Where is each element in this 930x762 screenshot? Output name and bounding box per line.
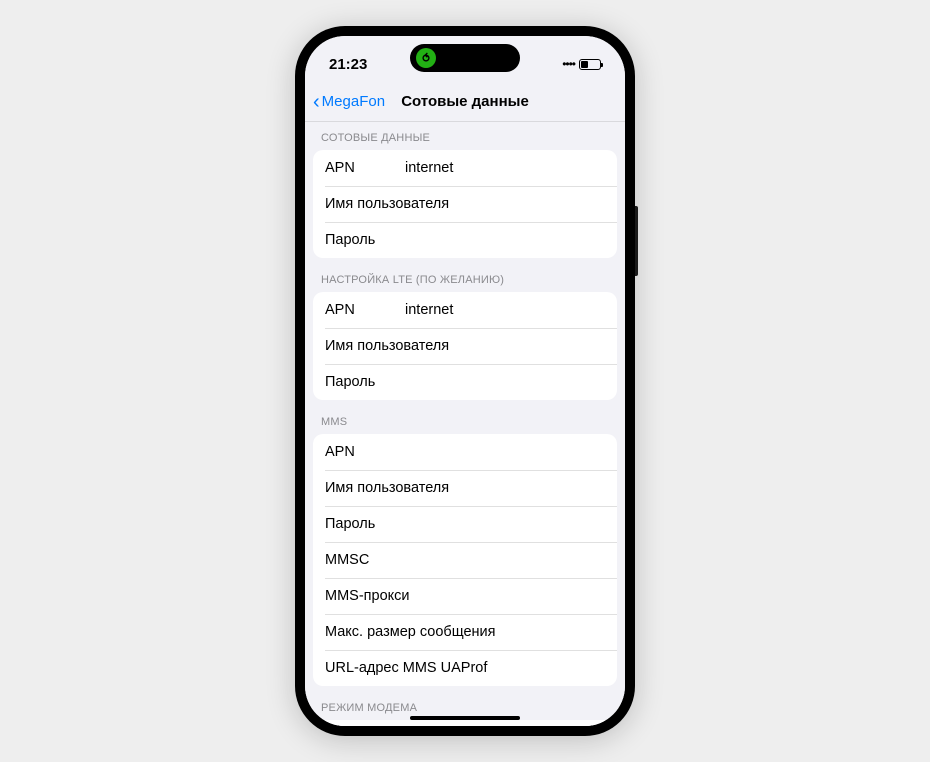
row-cellular-apn[interactable]: APN internet xyxy=(313,150,617,186)
status-bar: 21:23 ⥀ •••• xyxy=(305,36,625,82)
section-header-mms: MMS xyxy=(305,400,625,434)
row-mms-pass[interactable]: Пароль xyxy=(313,506,617,542)
section-header-hotspot: РЕЖИМ МОДЕМА xyxy=(305,686,625,720)
row-hotspot-apn[interactable]: APN internet xyxy=(313,720,617,726)
row-mms-mmsc[interactable]: MMSC xyxy=(313,542,617,578)
row-cellular-pass[interactable]: Пароль xyxy=(313,222,617,258)
label-user: Имя пользователя xyxy=(325,480,449,496)
value-apn[interactable]: internet xyxy=(385,160,605,176)
row-mms-apn[interactable]: APN xyxy=(313,434,617,470)
row-lte-apn[interactable]: APN internet xyxy=(313,292,617,328)
content[interactable]: СОТОВЫЕ ДАННЫЕ APN internet Имя пользова… xyxy=(305,122,625,726)
group-mms: APN Имя пользователя Пароль MMSC MMS-про… xyxy=(313,434,617,686)
label-max: Макс. размер сообщения xyxy=(325,624,496,640)
label-apn: APN xyxy=(325,444,355,460)
label-pass: Пароль xyxy=(325,232,375,248)
home-indicator[interactable] xyxy=(410,716,520,720)
label-proxy: MMS-прокси xyxy=(325,588,410,604)
label-mmsc: MMSC xyxy=(325,552,369,568)
link-icon: ⥀ xyxy=(416,48,436,68)
row-mms-proxy[interactable]: MMS-прокси xyxy=(313,578,617,614)
row-mms-max[interactable]: Макс. размер сообщения xyxy=(313,614,617,650)
value-apn[interactable]: internet xyxy=(385,302,605,318)
label-user: Имя пользователя xyxy=(325,196,449,212)
row-mms-user[interactable]: Имя пользователя xyxy=(313,470,617,506)
side-button xyxy=(635,206,638,276)
screen: 21:23 ⥀ •••• ‹ MegaFon Сотовые данные СО… xyxy=(305,36,625,726)
nav-bar: ‹ MegaFon Сотовые данные xyxy=(305,82,625,122)
chevron-left-icon: ‹ xyxy=(313,92,320,112)
section-header-lte: НАСТРОЙКА LTE (ПО ЖЕЛАНИЮ) xyxy=(305,258,625,292)
row-lte-pass[interactable]: Пароль xyxy=(313,364,617,400)
section-header-cellular: СОТОВЫЕ ДАННЫЕ xyxy=(305,122,625,150)
label-uaprof: URL-адрес MMS UAProf xyxy=(325,660,487,676)
row-cellular-user[interactable]: Имя пользователя xyxy=(313,186,617,222)
row-lte-user[interactable]: Имя пользователя xyxy=(313,328,617,364)
status-time: 21:23 xyxy=(329,56,367,73)
row-mms-uaprof[interactable]: URL-адрес MMS UAProf xyxy=(313,650,617,686)
label-pass: Пароль xyxy=(325,516,375,532)
phone-frame: 21:23 ⥀ •••• ‹ MegaFon Сотовые данные СО… xyxy=(295,26,635,736)
label-apn: APN xyxy=(325,302,385,318)
dynamic-island: ⥀ xyxy=(410,44,520,72)
group-hotspot: APN internet xyxy=(313,720,617,726)
status-icons: •••• xyxy=(562,57,601,71)
label-user: Имя пользователя xyxy=(325,338,449,354)
signal-icon: •••• xyxy=(562,57,575,71)
label-pass: Пароль xyxy=(325,374,375,390)
label-apn: APN xyxy=(325,160,385,176)
battery-icon xyxy=(579,59,601,70)
group-cellular: APN internet Имя пользователя Пароль xyxy=(313,150,617,258)
group-lte: APN internet Имя пользователя Пароль xyxy=(313,292,617,400)
back-label: MegaFon xyxy=(322,93,385,110)
back-button[interactable]: ‹ MegaFon xyxy=(313,92,385,112)
